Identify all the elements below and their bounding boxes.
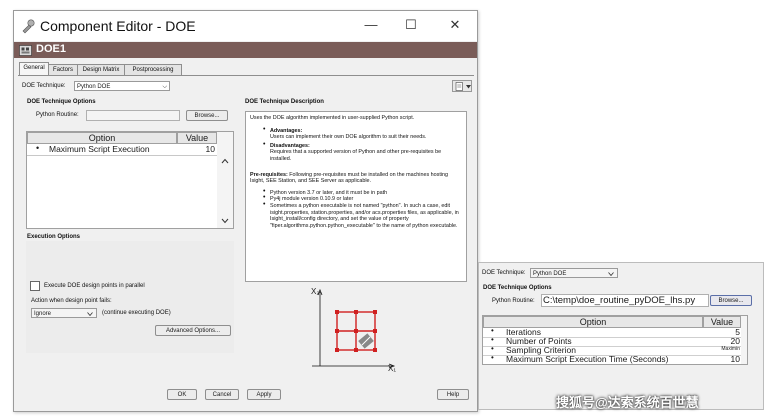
option-value[interactable]: 20	[731, 337, 740, 346]
advantages-text: Users can implement their own DOE algori…	[270, 134, 427, 141]
popup-routine-input[interactable]: C:\temp\doe_routine_pyDOE_lhs.py	[541, 294, 709, 307]
bullet-icon: •	[263, 200, 266, 208]
document-icon	[455, 82, 463, 91]
list-item: • Py4j module version 0.10.9 or later	[263, 195, 462, 203]
apply-button[interactable]: Apply	[247, 389, 281, 400]
technique-description-panel: Uses the DOE algorithm implemented in us…	[245, 111, 467, 282]
y-axis-label: X₂	[311, 287, 320, 296]
component-header: DOE1	[14, 42, 477, 58]
option-name: Maximum Script Execution Time (Seconds)	[506, 354, 669, 364]
prereq-title: Pre-requisites:	[250, 171, 288, 178]
window-title: Component Editor - DOE	[40, 18, 196, 34]
prereq-item-text: Sometimes a python executable is not nam…	[270, 202, 459, 229]
popup-browse-button[interactable]: Browse...	[710, 295, 752, 306]
disadvantages-text: Requires that a supported version of Pyt…	[270, 149, 442, 162]
ok-button[interactable]: OK	[167, 389, 197, 400]
bullet-icon: •	[263, 140, 266, 148]
table-scrollbar[interactable]	[217, 132, 233, 228]
chevron-down-icon	[87, 312, 93, 316]
parallel-checkbox[interactable]	[30, 281, 40, 291]
option-name: Maximum Script Execution	[49, 144, 150, 154]
list-item: • Sometimes a python executable is not n…	[263, 201, 462, 229]
option-value[interactable]: 10	[731, 355, 740, 364]
table-row[interactable]: • Maximum Script Execution 10	[27, 143, 217, 156]
tab-divider	[18, 75, 474, 76]
doe-technique-label: DOE Technique:	[22, 83, 66, 89]
option-value[interactable]: Maximin	[721, 346, 740, 352]
advantages-title: Advantages:	[270, 127, 303, 134]
popup-options-table: Option Value • Iterations 5 • Number of …	[482, 315, 748, 365]
watermark-text: 搜狐号@达索系统百世慧	[556, 395, 699, 410]
execution-options-title: Execution Options	[27, 234, 81, 240]
doe-component-icon	[19, 45, 32, 56]
technique-options-title: DOE Technique Options	[27, 99, 96, 105]
cancel-button[interactable]: Cancel	[205, 389, 239, 400]
doe-technique-select[interactable]: Python DOE ⌵	[74, 81, 170, 91]
prereq-item-text: Python version 3.7 or later, and it must…	[270, 189, 388, 196]
popup-routine-label: Python Routine:	[492, 298, 535, 304]
option-value[interactable]: 10	[206, 144, 215, 154]
help-button[interactable]: Help	[437, 389, 469, 400]
tab-general[interactable]: General	[19, 62, 49, 76]
example-options-inset: DOE Technique: Python DOE DOE Technique …	[478, 262, 764, 410]
bullet-icon: •	[263, 125, 266, 133]
popup-technique-value: Python DOE	[533, 271, 567, 277]
row-bullet: •	[491, 326, 494, 335]
component-editor-window: Component Editor - DOE — ☐ ✕ DOE1 Genera…	[13, 10, 478, 412]
doe-technique-value: Python DOE	[77, 84, 111, 90]
description-intro: Uses the DOE algorithm implemented in us…	[250, 115, 415, 121]
row-bullet: •	[491, 353, 494, 362]
component-editor-icon	[22, 19, 35, 34]
x-axis-label: X₁	[388, 364, 397, 373]
maximize-icon[interactable]: ☐	[403, 17, 419, 33]
option-column-header[interactable]: Option	[27, 132, 177, 144]
value-column-header[interactable]: Value	[177, 132, 217, 144]
close-icon[interactable]: ✕	[447, 17, 463, 33]
chevron-down-icon[interactable]	[221, 218, 229, 224]
dropdown-arrow-icon	[466, 85, 471, 89]
table-row[interactable]: • Maximum Script Execution Time (Seconds…	[483, 353, 741, 364]
technique-description-title: DOE Technique Description	[245, 99, 324, 105]
options-table: Option Value • Maximum Script Execution …	[26, 131, 234, 229]
fail-action-label: Action when design point fails:	[31, 298, 112, 304]
python-routine-input[interactable]	[86, 110, 180, 121]
python-routine-label: Python Routine:	[36, 112, 79, 118]
prereq-block: Pre-requisites: Following pre-requisites…	[250, 172, 462, 185]
fail-action-value: Ignore	[34, 311, 52, 317]
advantages-block: • Advantages: Users can implement their …	[263, 126, 462, 141]
chevron-down-icon: ⌵	[162, 84, 167, 90]
row-bullet: •	[491, 335, 494, 344]
row-bullet: •	[491, 344, 494, 353]
help-menu-button[interactable]	[452, 80, 472, 92]
chevron-up-icon[interactable]	[221, 158, 229, 164]
chevron-down-icon	[608, 272, 614, 276]
minimize-icon[interactable]: —	[363, 17, 379, 33]
parallel-label: Execute DOE design points in parallel	[44, 283, 145, 289]
list-item: • Python version 3.7 or later, and it mu…	[263, 188, 462, 197]
disadvantages-title: Disadvantages:	[270, 142, 310, 149]
doe-design-diagram	[312, 288, 396, 369]
advanced-options-button[interactable]: Advanced Options...	[155, 325, 231, 336]
fail-action-note: (continue executing DOE)	[102, 310, 171, 316]
disadvantages-block: • Disadvantages: Requires that a support…	[263, 141, 462, 163]
component-name: DOE1	[36, 43, 66, 55]
popup-technique-label: DOE Technique:	[482, 270, 526, 276]
popup-technique-select[interactable]: Python DOE	[530, 268, 618, 278]
popup-table-scrollbar[interactable]	[741, 316, 747, 364]
fail-action-select[interactable]: Ignore	[31, 308, 97, 318]
browse-button[interactable]: Browse...	[186, 110, 228, 121]
row-bullet: •	[36, 143, 40, 153]
title-bar[interactable]: Component Editor - DOE — ☐ ✕	[14, 11, 477, 41]
prereq-item-text: Py4j module version 0.10.9 or later	[270, 196, 354, 203]
popup-options-title: DOE Technique Options	[483, 285, 552, 291]
